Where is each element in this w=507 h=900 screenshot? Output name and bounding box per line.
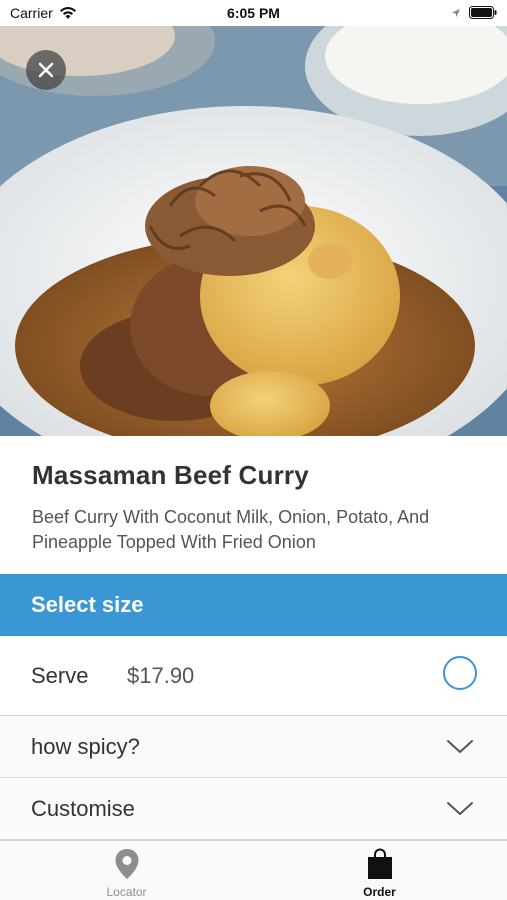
close-icon [38,62,54,78]
dish-info: Massaman Beef Curry Beef Curry With Coco… [0,436,507,574]
chevron-down-icon [447,802,473,815]
tab-locator[interactable]: Locator [0,841,253,900]
status-right [451,6,497,19]
option-label-spicy: how spicy? [31,734,140,759]
dish-title: Massaman Beef Curry [32,460,309,490]
size-option-serve[interactable]: Serve $17.90 [0,636,507,716]
dish-photo-illustration [0,26,507,436]
map-pin-icon [115,849,138,879]
size-option-price: $17.90 [127,662,195,688]
select-size-label: Select size [31,592,144,617]
tab-locator-label: Locator [106,885,147,899]
chevron-down-icon [447,740,473,753]
option-label-customise: Customise [31,796,135,821]
size-radio-button[interactable] [443,656,477,690]
location-arrow-icon [452,8,460,17]
status-bar: Carrier 6:05 PM [0,0,507,26]
battery-icon [469,6,497,19]
select-size-header: Select size [0,574,507,636]
tab-order-label: Order [363,885,396,899]
how-spicy-row[interactable]: how spicy? [0,717,507,778]
shopping-bag-icon [367,848,392,879]
tab-order[interactable]: Order [253,841,506,900]
tab-bar: Locator Order [0,840,507,900]
dish-description: Beef Curry With Coconut Milk, Onion, Pot… [32,507,430,552]
dish-photo [0,26,507,436]
status-time: 6:05 PM [227,5,280,21]
customise-row[interactable]: Customise [0,779,507,840]
size-option-label: Serve [31,662,89,688]
close-button[interactable] [26,50,66,90]
